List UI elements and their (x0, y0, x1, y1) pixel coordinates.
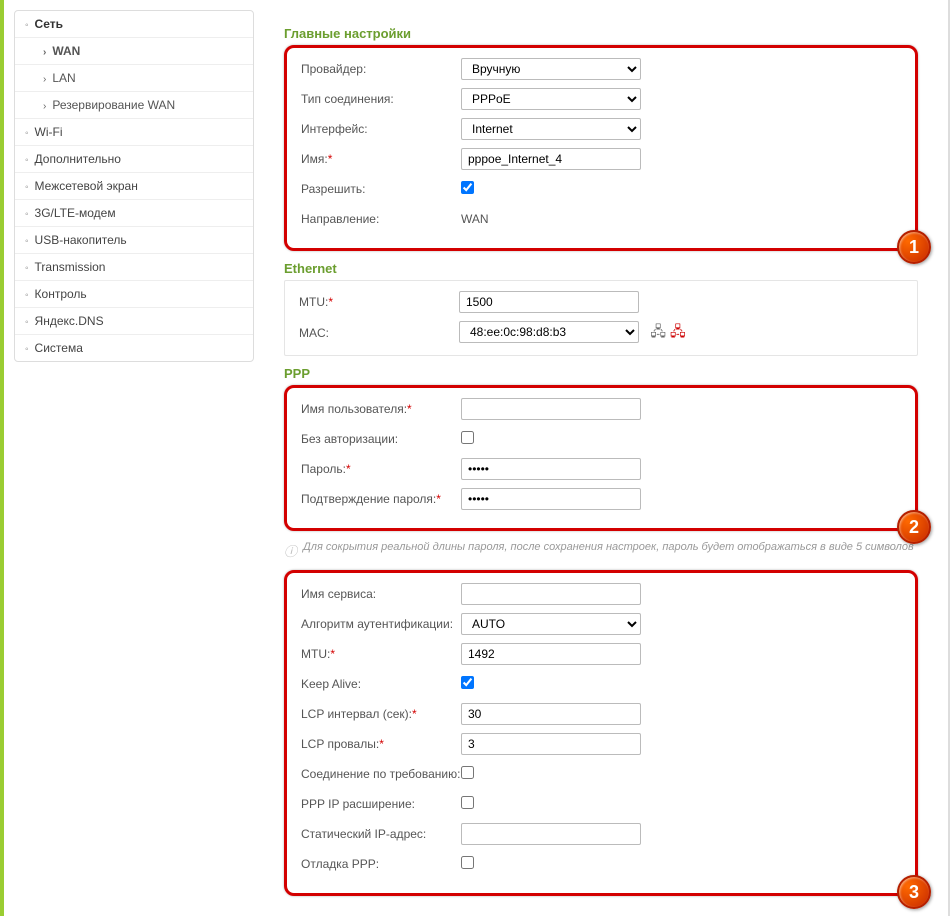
checkbox-allow[interactable] (461, 181, 474, 194)
checkbox-noauth[interactable] (461, 431, 474, 444)
label-allow: Разрешить: (301, 182, 461, 196)
label-ondemand: Соединение по требованию: (301, 767, 461, 781)
main-content: Главные настройки Провайдер: Вручную Тип… (264, 10, 948, 916)
checkbox-keepalive[interactable] (461, 676, 474, 689)
label-noauth: Без авторизации: (301, 432, 461, 446)
select-conn-type[interactable]: PPPoE (461, 88, 641, 110)
label-ppp-pass: Пароль:* (301, 462, 461, 476)
badge-3: 3 (897, 875, 931, 909)
value-direction: WAN (461, 212, 901, 226)
label-eth-mtu: MTU:* (299, 295, 459, 309)
label-keepalive: Keep Alive: (301, 677, 461, 691)
label-ppp-pass2: Подтверждение пароля:* (301, 492, 461, 506)
label-conn-type: Тип соединения: (301, 92, 461, 106)
sidebar-item-lan[interactable]: LAN (15, 65, 253, 92)
sidebar-item-3g-lte[interactable]: 3G/LTE-модем (15, 200, 253, 227)
label-auth-algo: Алгоритм аутентификации: (301, 617, 461, 631)
sidebar-item-system[interactable]: Система (15, 335, 253, 361)
mac-clone-icon[interactable]: 🖧 (650, 321, 666, 345)
sidebar-item-yandex-dns[interactable]: Яндекс.DNS (15, 308, 253, 335)
label-name: Имя:* (301, 152, 461, 166)
input-ppp-user[interactable] (461, 398, 641, 420)
sidebar: Сеть WAN LAN Резервирование WAN Wi-Fi До… (4, 10, 264, 916)
label-ppp-debug: Отладка PPP: (301, 857, 461, 871)
label-direction: Направление: (301, 212, 461, 226)
label-provider: Провайдер: (301, 62, 461, 76)
sidebar-item-transmission[interactable]: Transmission (15, 254, 253, 281)
checkbox-ondemand[interactable] (461, 766, 474, 779)
label-pppip-ext: PPP IP расширение: (301, 797, 461, 811)
input-static-ip[interactable] (461, 823, 641, 845)
nav-list: Сеть WAN LAN Резервирование WAN Wi-Fi До… (14, 10, 254, 362)
input-lcp-interval[interactable] (461, 703, 641, 725)
panel-ppp-auth: Имя пользователя:* Без авторизации: Паро… (284, 385, 918, 531)
badge-2: 2 (897, 510, 931, 544)
label-mac: MAC: (299, 326, 459, 340)
input-ppp-pass2[interactable] (461, 488, 641, 510)
sidebar-item-wan-backup[interactable]: Резервирование WAN (15, 92, 253, 119)
label-lcp-fail: LCP провалы:* (301, 737, 461, 751)
sidebar-item-usb[interactable]: USB-накопитель (15, 227, 253, 254)
input-ppp-pass[interactable] (461, 458, 641, 480)
section-ppp-title: PPP (284, 366, 918, 381)
label-lcp-interval: LCP интервал (сек):* (301, 707, 461, 721)
input-name[interactable] (461, 148, 641, 170)
sidebar-item-network[interactable]: Сеть (15, 11, 253, 38)
input-service[interactable] (461, 583, 641, 605)
select-mac[interactable]: 48:ee:0c:98:d8:b3 (459, 321, 639, 343)
password-hint: ⓘ Для сокрытия реальной длины пароля, по… (284, 541, 918, 560)
input-lcp-fail[interactable] (461, 733, 641, 755)
panel-ethernet: MTU:* MAC: 48:ee:0c:98:d8:b3 🖧 🖧 (284, 280, 918, 356)
select-auth-algo[interactable]: AUTO (461, 613, 641, 635)
checkbox-pppip-ext[interactable] (461, 796, 474, 809)
label-ppp-mtu: MTU:* (301, 647, 461, 661)
select-provider[interactable]: Вручную (461, 58, 641, 80)
select-interface[interactable]: Internet (461, 118, 641, 140)
label-service: Имя сервиса: (301, 587, 461, 601)
sidebar-item-wan[interactable]: WAN (15, 38, 253, 65)
panel-main: Провайдер: Вручную Тип соединения: PPPoE… (284, 45, 918, 251)
section-main-title: Главные настройки (284, 26, 918, 41)
label-static-ip: Статический IP-адрес: (301, 827, 461, 841)
info-icon: ⓘ (284, 541, 297, 560)
sidebar-item-firewall[interactable]: Межсетевой экран (15, 173, 253, 200)
label-ppp-user: Имя пользователя:* (301, 402, 461, 416)
section-ethernet-title: Ethernet (284, 261, 918, 276)
mac-reset-icon[interactable]: 🖧 (670, 321, 686, 345)
badge-1: 1 (897, 230, 931, 264)
sidebar-item-advanced[interactable]: Дополнительно (15, 146, 253, 173)
sidebar-item-wifi[interactable]: Wi-Fi (15, 119, 253, 146)
panel-ppp-extra: Имя сервиса: Алгоритм аутентификации: AU… (284, 570, 918, 896)
label-interface: Интерфейс: (301, 122, 461, 136)
sidebar-item-control[interactable]: Контроль (15, 281, 253, 308)
input-eth-mtu[interactable] (459, 291, 639, 313)
checkbox-ppp-debug[interactable] (461, 856, 474, 869)
input-ppp-mtu[interactable] (461, 643, 641, 665)
